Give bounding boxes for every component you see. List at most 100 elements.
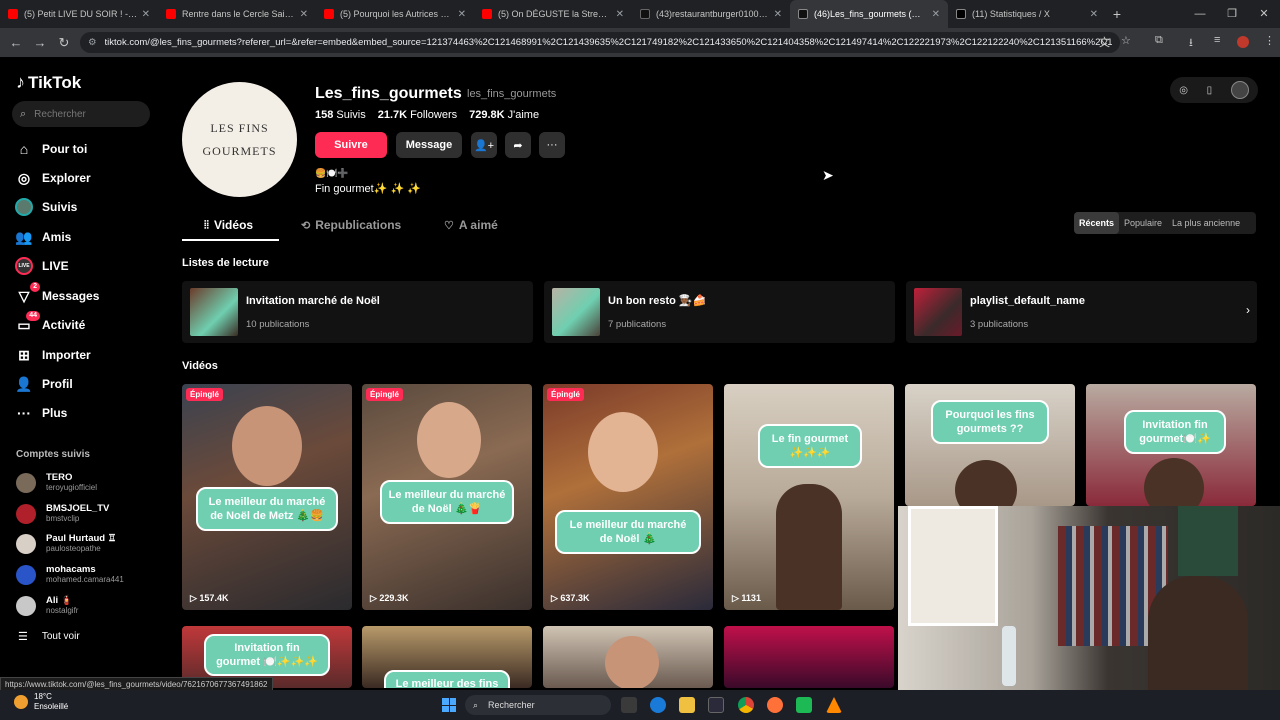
nav-item-explore[interactable]: ◎ Explorer (14, 167, 91, 189)
followed-account[interactable]: BMSJOEL_TV bmstvclip (16, 503, 109, 524)
close-icon[interactable]: ✕ (142, 9, 150, 20)
more-options-icon[interactable]: ··· (539, 132, 565, 158)
profile-avatar-icon[interactable] (1237, 36, 1249, 48)
file-explorer-icon[interactable] (679, 697, 695, 713)
edge-icon[interactable] (650, 697, 666, 713)
reload-icon[interactable]: ↻ (52, 35, 76, 51)
nav-item-for-you[interactable]: ⌂ Pour toi (14, 138, 88, 160)
close-window-icon[interactable]: ✕ (1248, 0, 1280, 28)
store-icon[interactable] (708, 697, 724, 713)
followers-stat[interactable]: 21.7K Followers (378, 109, 457, 121)
nav-item-live[interactable]: LIVE LIVE (14, 255, 69, 277)
new-tab-button[interactable]: + (1106, 6, 1128, 22)
tab-videos[interactable]: ⦙⦙ Vidéos (204, 218, 253, 232)
browser-tab[interactable]: (11) Statistiques / X ✕ (948, 0, 1106, 28)
video-card[interactable]: Épinglé Le meilleur du marché de Noël 🎄 … (543, 384, 713, 610)
media-icon[interactable]: ≡ (1214, 34, 1220, 46)
repost-icon: ⟲ (301, 219, 311, 232)
browser-tab[interactable]: Rentre dans le Cercle Saison 4 ✕ (158, 0, 316, 28)
playlist-card[interactable]: playlist_default_name 3 publications (906, 281, 1257, 343)
restore-icon[interactable]: ❐ (1216, 0, 1248, 28)
close-icon[interactable]: ✕ (1090, 9, 1098, 20)
profile-name: Les_fins_gourmets (315, 85, 462, 102)
weather-widget[interactable]: 18°C Ensoleillé (14, 692, 68, 712)
grid-icon: ⦙⦙ (204, 218, 209, 231)
url-input[interactable]: ⚙ tiktok.com/@les_fins_gourmets?referer_… (80, 32, 1120, 53)
extensions-icon[interactable]: ⧉ (1155, 34, 1163, 47)
likes-stat: 729.8K J'aime (469, 109, 540, 121)
browser-tab[interactable]: (5) Petit LIVE DU SOIR ! - YouTube✕ (0, 0, 158, 28)
taskbar-search[interactable]: ⌕ Rechercher (465, 695, 611, 715)
close-icon[interactable]: ✕ (458, 9, 466, 20)
firefox-icon[interactable] (767, 697, 783, 713)
video-card[interactable]: Le meilleur des fins (362, 626, 532, 688)
nav-item-upload[interactable]: ⊞ Importer (14, 344, 91, 366)
video-card[interactable] (724, 626, 894, 688)
nav-item-more[interactable]: ··· Plus (14, 402, 67, 424)
follow-button[interactable]: Suivre (315, 132, 387, 158)
browser-tab-active[interactable]: (46)Les_fins_gourmets (@les_fi✕ (790, 0, 948, 28)
video-card[interactable]: Le fin gourmet ✨✨✨ ▷ 1131 (724, 384, 894, 610)
video-card[interactable]: Invitation fin gourmet🍽️✨ (1086, 384, 1256, 506)
video-card[interactable]: Épinglé Le meilleur du marché de Noël de… (182, 384, 352, 610)
playlist-card[interactable]: Invitation marché de Noël 10 publications (182, 281, 533, 343)
windows-start-icon[interactable] (442, 698, 456, 712)
browser-tab[interactable]: (5) Pourquoi les Autrices gagnent✕ (316, 0, 474, 28)
close-icon[interactable]: ✕ (616, 9, 624, 20)
profile-avatar[interactable]: LES FINS GOURMETS (182, 82, 297, 197)
video-thumbnail-person (588, 412, 658, 492)
nav-item-friends[interactable]: 👥 Amis (14, 226, 71, 248)
tiktok-logo[interactable]: ♪ TikTok (16, 72, 81, 93)
view-count: ▷ 1131 (732, 593, 761, 603)
following-stat[interactable]: 158 Suivis (315, 109, 366, 121)
video-card[interactable] (543, 626, 713, 688)
menu-icon[interactable]: ⋮ (1264, 34, 1275, 47)
followed-account[interactable]: Ali 🧯 nostalgifr (16, 595, 78, 616)
playlist-card[interactable]: Un bon resto 👨🏾‍🍳🍰 7 publications (544, 281, 895, 343)
forward-icon[interactable]: → (28, 35, 52, 50)
chevron-right-icon[interactable]: › (1246, 303, 1250, 317)
sort-popular[interactable]: Populaire (1119, 212, 1167, 234)
active-tab-indicator (182, 239, 279, 241)
x-logo-icon (956, 9, 966, 19)
nav-item-following[interactable]: Suivis (14, 196, 77, 218)
avatar (16, 595, 36, 616)
see-all-link[interactable]: ☰ Tout voir (18, 630, 80, 643)
chrome-icon[interactable] (738, 697, 754, 713)
download-icon[interactable]: ⭳ (1189, 34, 1193, 53)
nav-item-messages[interactable]: ▽ 2 Messages (14, 282, 99, 307)
close-icon[interactable]: ✕ (932, 9, 940, 20)
video-card[interactable]: Épinglé Le meilleur du marché de Noël 🎄🍟… (362, 384, 532, 610)
followed-account[interactable]: Paul Hurtaud ♖ paulosteopathe (16, 533, 116, 554)
nav-item-activity[interactable]: ▭ 44 Activité (14, 311, 85, 336)
video-card[interactable]: Pourquoi les fins gourmets ?? (905, 384, 1075, 506)
video-thumbnail-person (776, 484, 842, 610)
followed-account[interactable]: mohacams mohamed.camara441 (16, 564, 124, 585)
site-info-icon[interactable]: ⚙ (88, 37, 97, 48)
followed-account[interactable]: TERO teroyugiofficiel (16, 472, 97, 493)
message-button[interactable]: Message (396, 132, 462, 158)
browser-tab[interactable]: (5) On DÉGUSTE la Street Food✕ (474, 0, 632, 28)
back-icon[interactable]: ← (4, 35, 28, 50)
app-icon[interactable] (796, 697, 812, 713)
bookmark-star-icon[interactable]: ☆ (1121, 34, 1131, 47)
minimize-icon[interactable]: — (1184, 0, 1216, 28)
add-friend-icon[interactable]: 👤+ (471, 132, 497, 158)
sort-recent[interactable]: Récents (1074, 212, 1120, 234)
nav-item-profile[interactable]: 👤 Profil (14, 373, 72, 395)
tab-liked[interactable]: ♡ A aimé (444, 218, 498, 232)
coin-icon[interactable]: ◎ (1179, 85, 1188, 96)
youtube-icon (166, 9, 176, 19)
videos-title: Vidéos (182, 360, 218, 372)
sort-oldest[interactable]: La plus ancienne (1167, 212, 1245, 234)
close-icon[interactable]: ✕ (300, 9, 308, 20)
browser-tab[interactable]: (43)restaurantburger0100 (@re ✕ (632, 0, 790, 28)
tab-reposts[interactable]: ⟲ Republications (301, 218, 401, 232)
translate-icon[interactable]: 文 (1099, 34, 1110, 50)
user-avatar-icon[interactable] (1230, 81, 1249, 99)
search-input[interactable]: ⌕ Rechercher (12, 101, 150, 127)
share-icon[interactable]: ➦ (505, 132, 531, 158)
close-icon[interactable]: ✕ (774, 9, 782, 20)
device-icon[interactable]: ▯ (1207, 85, 1213, 96)
task-view-icon[interactable] (621, 697, 637, 713)
